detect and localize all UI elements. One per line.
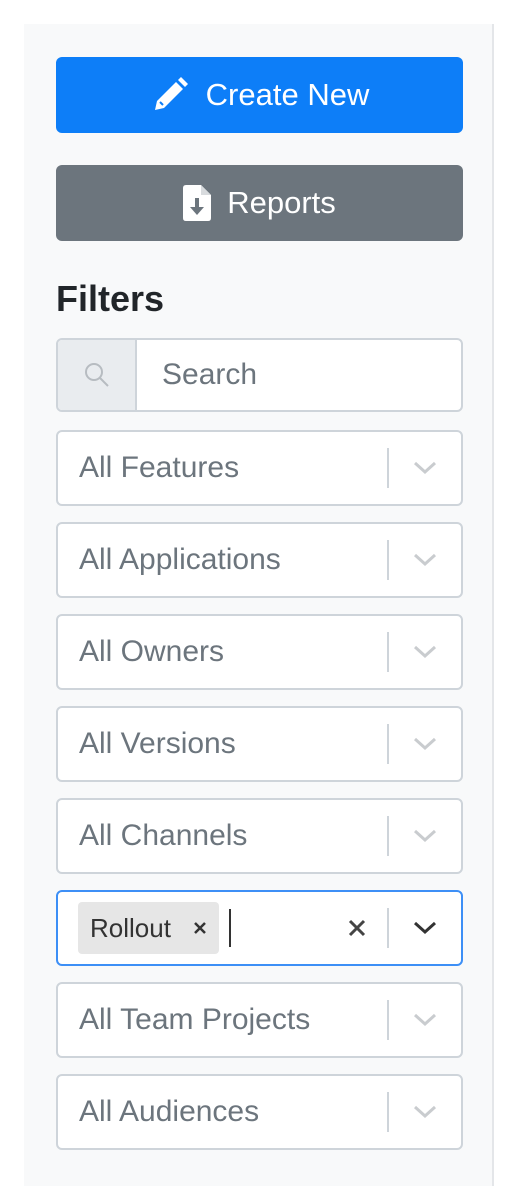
chevron-down-icon[interactable] (389, 829, 461, 843)
chevron-down-icon[interactable] (389, 737, 461, 751)
owners-select-label: All Owners (79, 635, 225, 668)
audiences-select-label: All Audiences (79, 1095, 260, 1128)
tags-select[interactable]: Rollout (56, 890, 463, 966)
reports-label: Reports (227, 185, 336, 220)
file-download-icon (183, 185, 212, 221)
applications-select-label: All Applications (79, 543, 281, 576)
audiences-select[interactable]: All Audiences (56, 1074, 463, 1150)
search-input[interactable]: Search (137, 340, 461, 410)
create-new-label: Create New (205, 77, 370, 112)
clear-icon[interactable] (327, 918, 387, 938)
channels-select-label: All Channels (79, 819, 248, 852)
reports-button[interactable]: Reports (56, 165, 463, 241)
versions-select-label: All Versions (79, 727, 236, 760)
chevron-down-icon[interactable] (389, 461, 461, 475)
search-box[interactable]: Search (56, 338, 463, 412)
versions-select[interactable]: All Versions (56, 706, 463, 782)
team-projects-select[interactable]: All Team Projects (56, 982, 463, 1058)
features-select-label: All Features (79, 451, 240, 484)
text-cursor (228, 909, 231, 947)
sidebar: Create New Reports Filters Search All Fe… (24, 24, 494, 1186)
pencil-icon (150, 75, 190, 115)
create-new-button[interactable]: Create New (56, 57, 463, 133)
close-icon[interactable] (193, 921, 207, 935)
chevron-down-icon[interactable] (389, 921, 461, 935)
team-projects-select-label: All Team Projects (79, 1003, 311, 1036)
chevron-down-icon[interactable] (389, 1013, 461, 1027)
features-select[interactable]: All Features (56, 430, 463, 506)
filters-heading: Filters (56, 278, 165, 319)
search-icon (58, 340, 137, 410)
chevron-down-icon[interactable] (389, 553, 461, 567)
chevron-down-icon[interactable] (389, 645, 461, 659)
owners-select[interactable]: All Owners (56, 614, 463, 690)
applications-select[interactable]: All Applications (56, 522, 463, 598)
channels-select[interactable]: All Channels (56, 798, 463, 874)
tags-select-values[interactable]: Rollout (58, 902, 327, 954)
tag-chip-rollout: Rollout (78, 902, 219, 954)
tag-chip-label: Rollout (90, 912, 171, 943)
chevron-down-icon[interactable] (389, 1105, 461, 1119)
